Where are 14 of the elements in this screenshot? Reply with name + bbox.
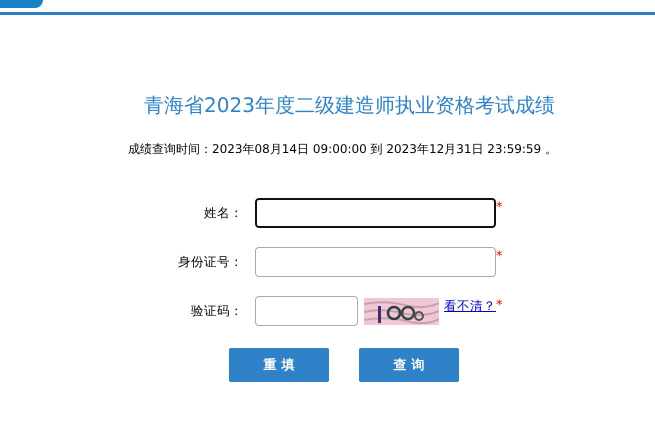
required-mark: * xyxy=(496,200,502,215)
field-label: 姓名： xyxy=(203,204,243,222)
required-mark: * xyxy=(496,298,502,313)
page-title: 青海省2023年度二级建造师执业资格考试成绩 xyxy=(143,92,556,119)
reset-button[interactable]: 重 填 xyxy=(229,348,329,382)
input-field[interactable] xyxy=(255,198,496,228)
query-time-text: 成绩查询时间：2023年08月14日 09:00:00 到 2023年12月31日 23:59:59 。 xyxy=(126,141,558,158)
field-label: 验证码： xyxy=(190,302,243,320)
field-label: 身份证号： xyxy=(177,254,243,270)
refresh-captcha-link[interactable]: 看不清？ xyxy=(444,298,496,315)
captcha-field[interactable] xyxy=(255,296,358,326)
input-field[interactable] xyxy=(255,247,496,277)
query-button[interactable]: 查 询 xyxy=(359,348,459,382)
required-mark: * xyxy=(496,249,502,264)
